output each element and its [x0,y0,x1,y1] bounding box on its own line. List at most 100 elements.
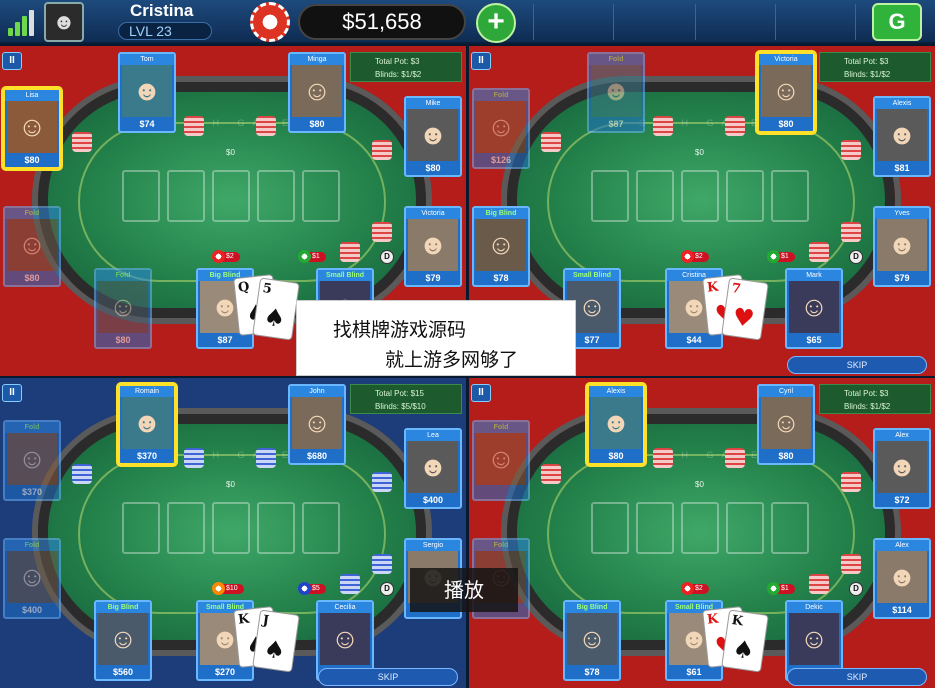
player-photo: ☺ [7,101,57,153]
seat-name: Lisa [5,90,59,101]
chip-stack [809,574,829,594]
chip-stack [653,448,673,468]
overlay-banner: 找棋牌游戏源码 就上游多网够了 [296,300,576,376]
player-seat[interactable]: Alex ☻ $114 [873,538,931,619]
gameloft-logo-icon[interactable]: G [872,3,922,41]
player-photo: ☻ [877,109,927,161]
blinds: Blinds: $1/$2 [375,70,422,79]
seat-name: Victoria [406,208,460,219]
player-seat[interactable]: Romain ☻ $370 [118,384,176,465]
add-chips-button[interactable]: + [476,3,516,43]
pause-icon[interactable]: II [2,52,22,70]
chip-stack [841,222,861,242]
player-seat[interactable]: Big Blind ☺ $560 [94,600,152,681]
player-photo: ☺ [789,281,839,333]
player-seat[interactable]: Cyril ☺ $80 [757,384,815,465]
community-card-slot [771,170,809,222]
seat-chips: $400 [422,495,444,505]
player-seat[interactable]: Mark ☺ $65 [785,268,843,349]
seat-name: Alex [875,540,929,551]
seat-chips: $72 [894,495,910,505]
dealer-button: D [849,582,863,596]
total-pot: Total Pot: $3 [844,57,889,66]
player-seat[interactable]: Alexis ☻ $80 [587,384,645,465]
seat-name: Big Blind [565,602,619,613]
bet-chip: $5 [298,582,326,595]
player-seat[interactable]: Fold ☺ $126 [472,88,530,169]
seat-chips: $126 [490,155,512,165]
player-photo: ☻ [408,219,458,271]
player-seat[interactable]: Fold ☻ $87 [587,52,645,133]
player-seat[interactable]: Fold☺ [472,420,530,501]
chip-stack [340,242,360,262]
seat-chips: $74 [139,119,155,129]
player-seat[interactable]: Fold ☺ $400 [3,538,61,619]
card-rank: 5 [261,281,273,298]
blinds: Blinds: $5/$10 [375,402,426,411]
player-seat[interactable]: Lea ☻ $400 [404,428,462,509]
bet-chip: $2 [681,582,709,595]
blinds: Blinds: $1/$2 [844,70,891,79]
seat-chips: $80 [24,273,40,283]
blinds: Blinds: $1/$2 [844,402,891,411]
skip-button[interactable]: SKIP [787,668,927,686]
community-card-slot [681,502,719,554]
player-seat[interactable]: John ☺ $680 [288,384,346,465]
seat-name: Tom [120,54,174,65]
player-seat[interactable]: Victoria ☻ $79 [404,206,462,287]
player-avatar[interactable]: ☻ [44,2,84,42]
pause-icon[interactable]: II [2,384,22,402]
seat-chips: $80 [115,335,131,345]
chip-stack [256,448,276,468]
dealer-button: D [380,250,394,264]
seat-name: Romain [120,386,174,397]
player-name: Cristina [130,1,194,20]
pause-icon[interactable]: II [471,52,491,70]
player-seat[interactable]: Fold ☺ $80 [94,268,152,349]
card-suit: ♠ [261,301,288,334]
player-photo: ☺ [7,551,57,603]
player-photo: ☻ [591,65,641,117]
community-card-slot [591,170,629,222]
card-suit: ♥ [730,301,757,334]
center-pot: $0 [226,148,235,157]
pause-icon[interactable]: II [471,384,491,402]
player-seat[interactable]: Tom ☻ $74 [118,52,176,133]
player-seat[interactable]: Alexis ☻ $81 [873,96,931,177]
seat-name: Fold [5,208,59,219]
chip-stack [372,222,392,242]
player-seat[interactable]: Big Blind ☺ $78 [472,206,530,287]
player-seat[interactable]: Alex ☻ $72 [873,428,931,509]
dealer-button: D [849,250,863,264]
seat-name: Fold [474,90,528,101]
chip-stack [541,132,561,152]
player-photo: ☺ [761,397,811,449]
chip-stack [372,472,392,492]
seat-name: Small Blind [318,270,372,281]
player-seat[interactable]: Fold ☺ $80 [3,206,61,287]
player-photo: ☻ [591,397,641,449]
player-seat[interactable]: Lisa ☺ $80 [3,88,61,169]
player-seat[interactable]: Minga ☺ $80 [288,52,346,133]
bet-chip: $2 [681,250,709,263]
player-seat[interactable]: Big Blind ☺ $78 [563,600,621,681]
hole-card: J ♠ [252,609,300,673]
skip-button[interactable]: SKIP [318,668,458,686]
pot-info: Total Pot: $3 Blinds: $1/$2 [350,52,462,82]
seat-name: Cecilia [318,602,372,613]
seat-chips: $80 [425,163,441,173]
community-card-slot [167,502,205,554]
play-button[interactable]: 播放 [410,568,518,612]
community-card-slot [122,170,160,222]
player-photo: ☺ [476,219,526,271]
seat-chips: $81 [894,163,910,173]
skip-button[interactable]: SKIP [787,356,927,374]
center-pot: $0 [226,480,235,489]
player-photo: ☺ [98,281,148,333]
seat-chips: $79 [894,273,910,283]
player-seat[interactable]: Yves ☻ $79 [873,206,931,287]
player-seat[interactable]: Fold ☺ $370 [3,420,61,501]
player-seat[interactable]: Victoria ☺ $80 [757,52,815,133]
community-card-slot [771,502,809,554]
player-seat[interactable]: Mike ☻ $80 [404,96,462,177]
